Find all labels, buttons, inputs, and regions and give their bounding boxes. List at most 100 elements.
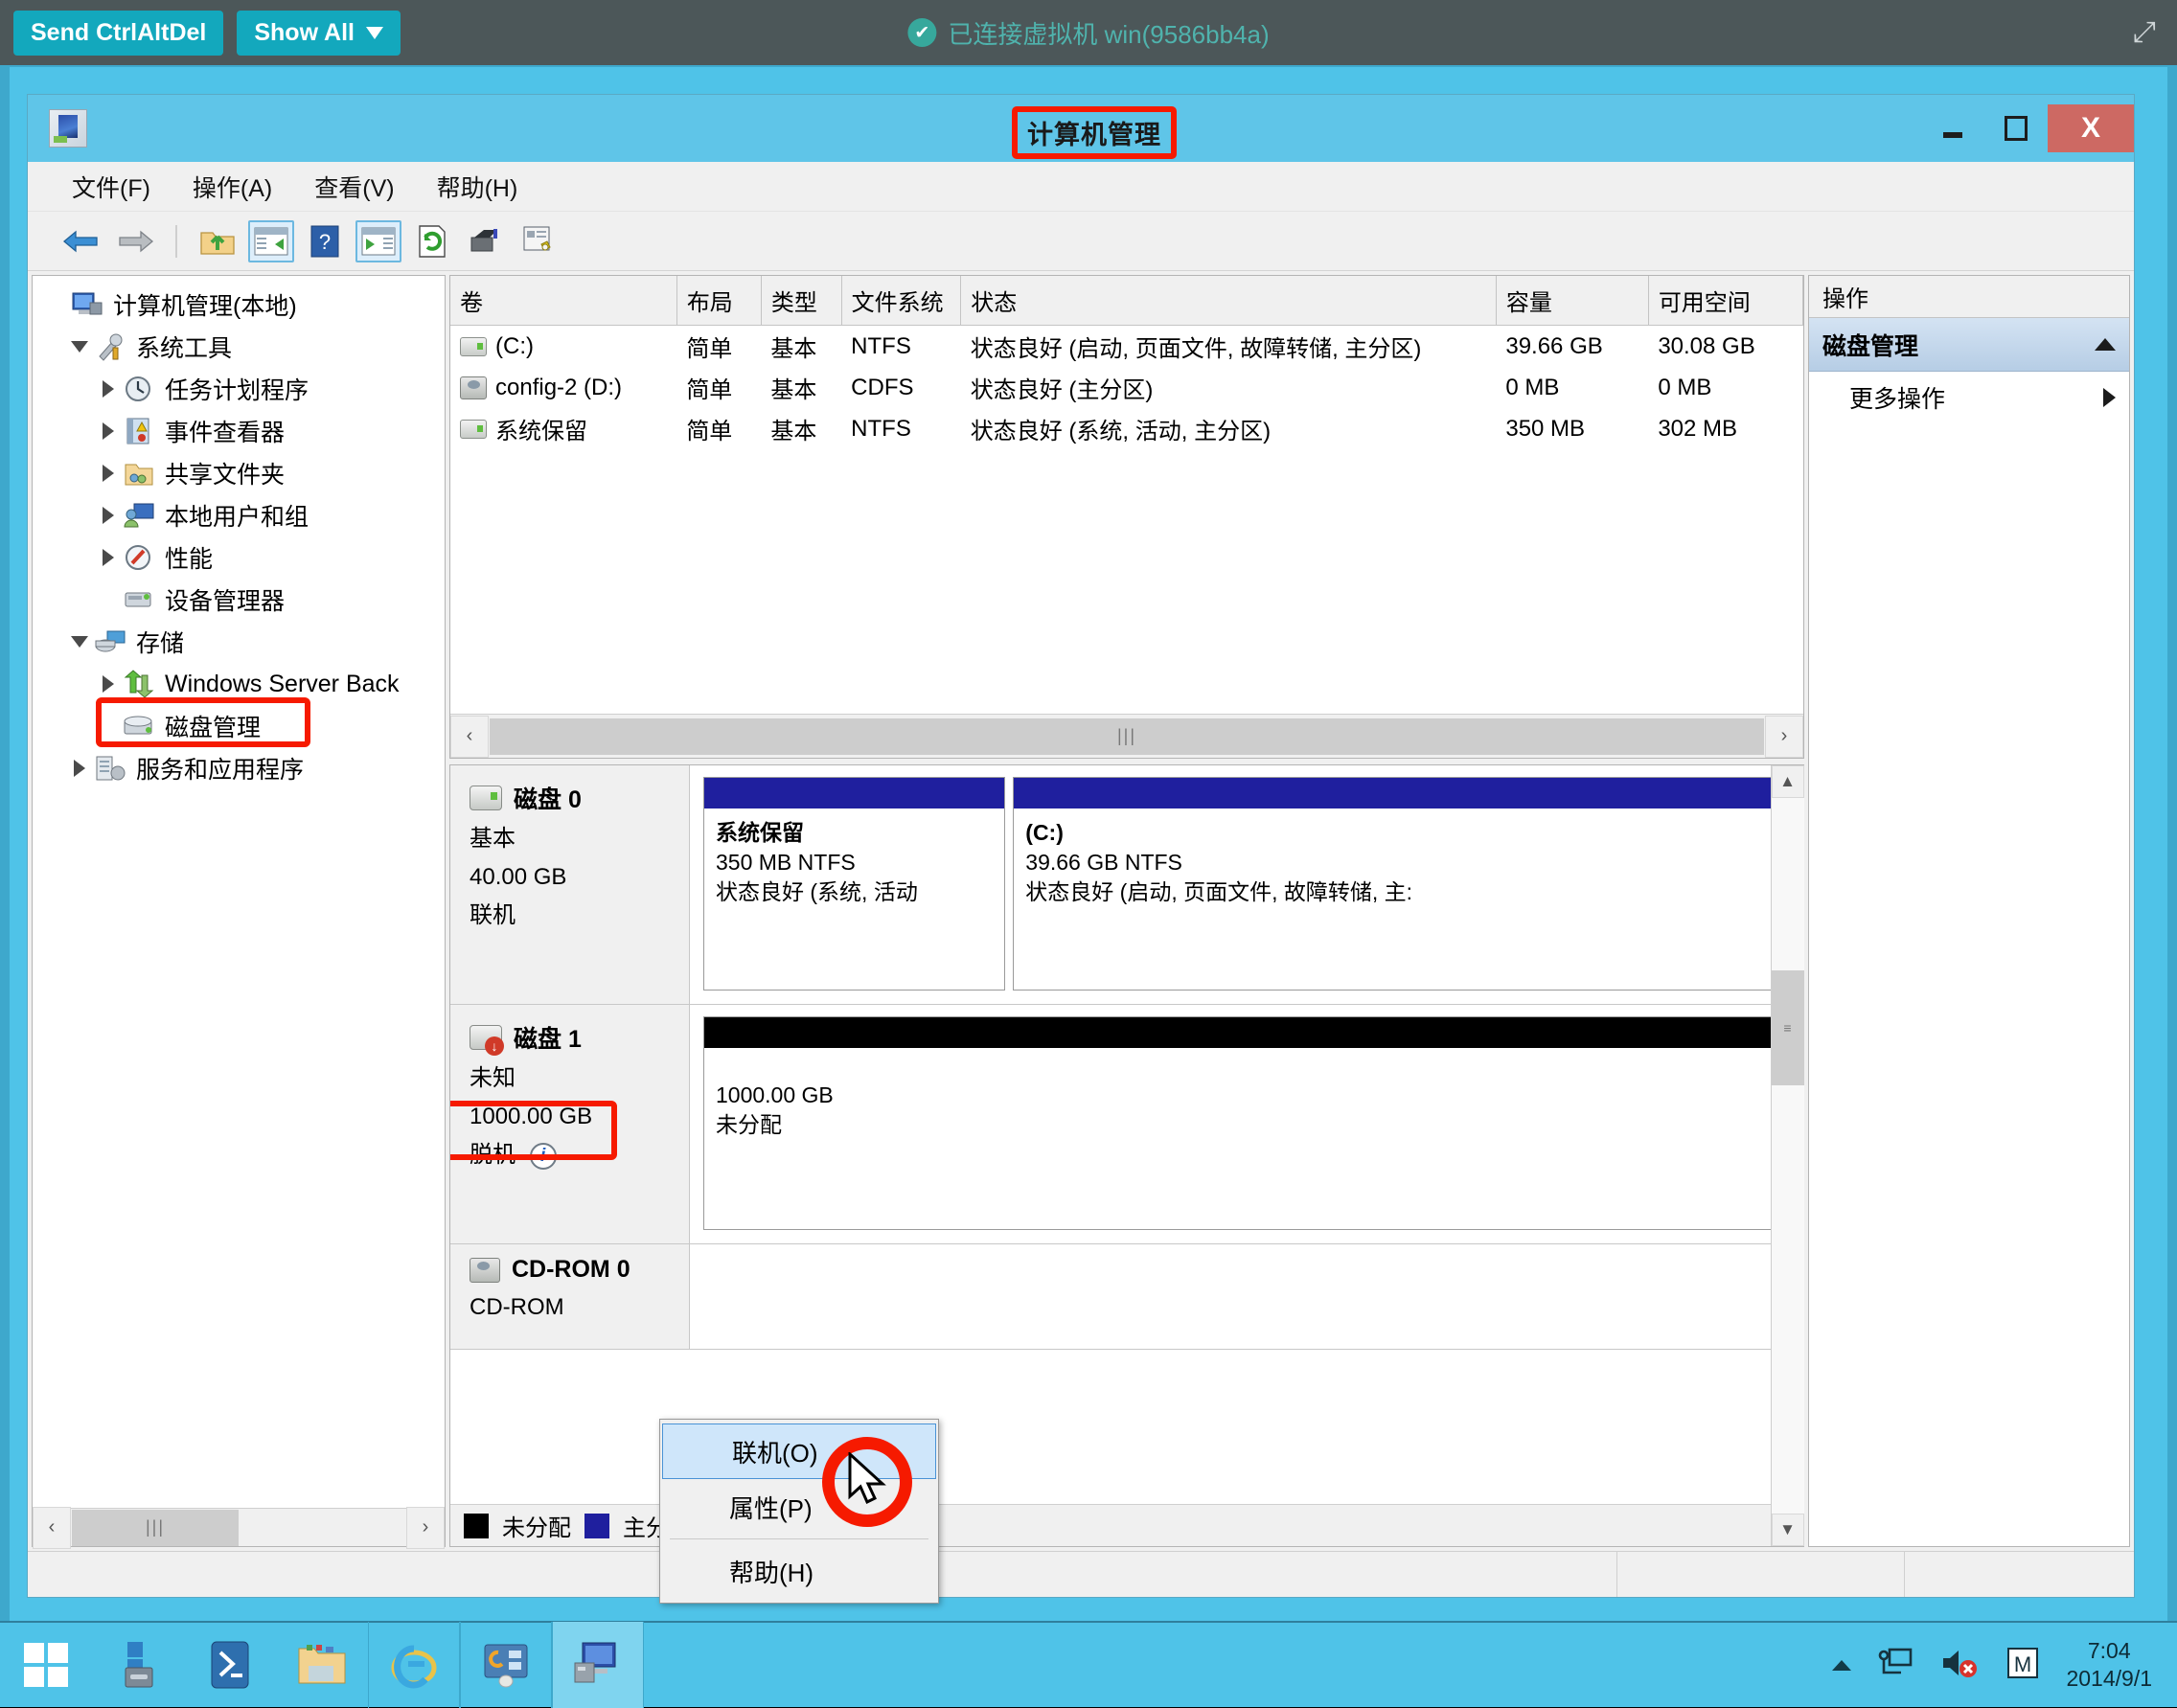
properties-icon[interactable] [516,220,562,262]
context-menu-item-properties[interactable]: 属性(P) [660,1479,938,1535]
disk-title: 磁盘 0 [470,781,689,815]
scrollbar-thumb[interactable]: ≡ [1772,970,1804,1085]
tree-item-label: 磁盘管理 [165,709,261,743]
table-row[interactable]: config-2 (D:) 简单 基本 CDFS 状态良好 (主分区) 0 MB… [450,367,1803,408]
internet-explorer-icon[interactable] [368,1622,460,1708]
show-all-button[interactable]: Show All [237,11,401,56]
scrollbar-thumb[interactable]: ||| [490,718,1764,755]
tree-item-system-tools[interactable]: 系统工具 [33,326,445,368]
twisty-closed-icon[interactable] [94,549,123,566]
scrollbar-thumb[interactable]: ||| [72,1510,239,1546]
cell-filesystem: NTFS [841,408,961,449]
fullscreen-icon[interactable]: ⤢ [2133,18,2156,47]
file-explorer-icon[interactable] [276,1622,368,1708]
menu-item-file[interactable]: 文件(F) [72,170,150,204]
partition-color-bar [704,778,1004,808]
tree-item-event-viewer[interactable]: 事件查看器 [33,410,445,452]
menu-item-action[interactable]: 操作(A) [193,170,272,204]
twisty-open-icon[interactable] [65,636,94,648]
refresh-icon[interactable] [409,220,455,262]
cell-free-space: 30.08 GB [1648,326,1802,368]
tree-item-computer-management[interactable]: 计算机管理(本地) [33,284,445,326]
twisty-open-icon[interactable] [65,341,94,353]
clock[interactable]: 7:04 2014/9/1 [2066,1637,2152,1693]
volume-muted-icon[interactable] [1939,1646,1980,1685]
disk-row[interactable]: 磁盘 1 未知 1000.00 GB 脱机 i [450,1005,1803,1244]
scroll-left-button[interactable]: ‹ [450,716,489,758]
col-header-type[interactable]: 类型 [761,276,841,326]
powershell-icon[interactable] [184,1622,276,1708]
tree-item-device-manager[interactable]: 设备管理器 [33,579,445,621]
server-manager-icon[interactable] [92,1622,184,1708]
tree-item-shared-folders[interactable]: 共享文件夹 [33,452,445,494]
mouse-cursor-icon [847,1452,893,1514]
maximize-button[interactable] [1984,104,2048,152]
scroll-right-button[interactable]: › [406,1507,445,1549]
partition-block[interactable]: (C:) 39.66 GB NTFS 状态良好 (启动, 页面文件, 故障转储,… [1013,777,1790,991]
twisty-closed-icon[interactable] [94,507,123,524]
disk-row[interactable]: CD-ROM 0 CD-ROM [450,1244,1803,1350]
show-actions-icon[interactable] [355,220,401,262]
tree-item-performance[interactable]: 性能 [33,536,445,579]
twisty-closed-icon[interactable] [94,465,123,482]
up-folder-icon[interactable] [195,220,241,262]
twisty-closed-icon[interactable] [94,675,123,693]
context-menu-item-help[interactable]: 帮助(H) [660,1543,938,1599]
col-header-free-space[interactable]: 可用空间 [1648,276,1802,326]
network-icon[interactable] [1876,1646,1914,1685]
input-method-icon[interactable]: M [2005,1645,2041,1686]
twisty-closed-icon[interactable] [94,380,123,398]
vnc-toolbar: Send CtrlAltDel Show All ✔ 已连接虚拟机 win(95… [0,0,2177,65]
sidebar-item-disk-management[interactable]: 磁盘管理 [33,705,445,747]
twisty-closed-icon[interactable] [65,760,94,777]
scroll-up-button[interactable]: ▲ [1772,765,1804,798]
volume-horizontal-scrollbar[interactable]: ‹ ||| › [450,714,1803,758]
menu-item-help[interactable]: 帮助(H) [437,170,518,204]
table-row[interactable]: 系统保留 简单 基本 NTFS 状态良好 (系统, 活动, 主分区) 350 M… [450,408,1803,449]
show-tree-icon[interactable] [248,220,294,262]
send-ctrl-alt-del-button[interactable]: Send CtrlAltDel [13,11,223,56]
scroll-right-button[interactable]: › [1765,716,1803,758]
col-header-volume[interactable]: 卷 [450,276,676,326]
col-header-filesystem[interactable]: 文件系统 [841,276,961,326]
disk-info-panel: 磁盘 0 基本 40.00 GB 联机 [450,765,690,1004]
action-more-actions[interactable]: 更多操作 [1809,372,2129,423]
scrollbar-track[interactable]: ≡ [1772,798,1804,1514]
back-icon[interactable] [58,220,104,262]
tree-item-windows-server-backup[interactable]: Windows Server Back [33,663,445,705]
show-hidden-icons-arrow[interactable] [1832,1660,1851,1671]
computer-management-icon[interactable] [552,1622,644,1708]
minimize-button[interactable] [1921,104,1984,152]
tree-item-label: 存储 [136,625,184,659]
scroll-down-button[interactable]: ▼ [1772,1514,1804,1546]
tree-item-local-users-groups[interactable]: 本地用户和组 [33,494,445,536]
forward-icon[interactable] [112,220,158,262]
col-header-status[interactable]: 状态 [961,276,1497,326]
collapse-up-icon[interactable] [2095,338,2116,351]
tree-item-storage[interactable]: 存储 [33,621,445,663]
context-menu-item-online[interactable]: 联机(O) [662,1423,936,1479]
hard-drive-icon [460,337,487,356]
graph-vertical-scrollbar[interactable]: ▲ ≡ ▼ [1771,765,1803,1546]
partition-details: (C:) 39.66 GB NTFS 状态良好 (启动, 页面文件, 故障转储,… [1014,808,1789,917]
col-header-capacity[interactable]: 容量 [1496,276,1648,326]
windows-start-icon[interactable] [0,1622,92,1708]
tree-item-task-scheduler[interactable]: 任务计划程序 [33,368,445,410]
close-button[interactable]: X [2048,104,2134,152]
tree-item-services-applications[interactable]: 服务和应用程序 [33,747,445,789]
disk-row[interactable]: 磁盘 0 基本 40.00 GB 联机 系统保留 [450,765,1803,1005]
control-panel-icon[interactable] [460,1622,552,1708]
export-icon[interactable] [463,220,509,262]
disk-title: 磁盘 1 [470,1020,689,1055]
actions-group-disk-management[interactable]: 磁盘管理 [1809,318,2129,372]
twisty-closed-icon[interactable] [94,422,123,440]
help-icon[interactable]: ? [302,220,348,262]
table-row[interactable]: (C:) 简单 基本 NTFS 状态良好 (启动, 页面文件, 故障转储, 主分… [450,326,1803,368]
partition-block[interactable]: 系统保留 350 MB NTFS 状态良好 (系统, 活动 [703,777,1005,991]
partition-block[interactable]: 1000.00 GB 未分配 [703,1016,1790,1230]
tree-horizontal-scrollbar[interactable]: ‹ ||| › [33,1508,445,1546]
partition-area: 系统保留 350 MB NTFS 状态良好 (系统, 活动 (C:) [690,765,1803,1004]
scroll-left-button[interactable]: ‹ [33,1507,71,1549]
menu-item-view[interactable]: 查看(V) [314,170,394,204]
col-header-layout[interactable]: 布局 [676,276,761,326]
